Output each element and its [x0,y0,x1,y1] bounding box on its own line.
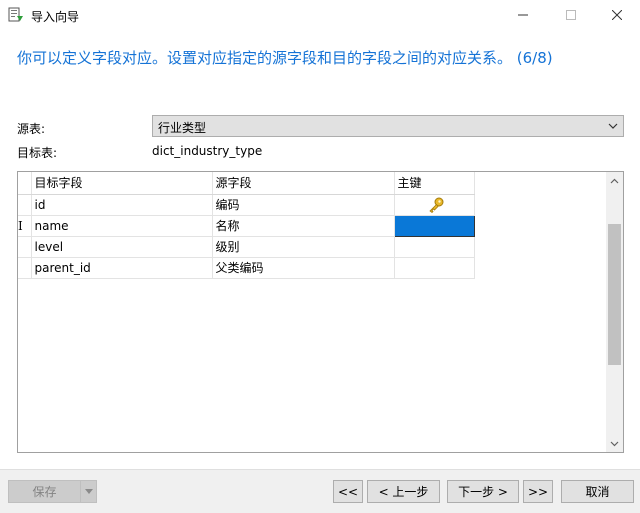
scroll-up-button[interactable] [606,172,623,189]
source-field-cell[interactable]: 编码 [212,194,395,216]
source-table-label: 源表: [17,122,46,136]
target-field-cell[interactable]: level [31,236,213,258]
chevron-down-icon [607,120,619,135]
table-row[interactable]: level 级别 [18,236,475,258]
scroll-down-button[interactable] [606,435,623,452]
source-field-cell[interactable]: 父类编码 [212,257,395,279]
source-field-cell[interactable]: 级别 [212,236,395,258]
row-indicator[interactable] [18,236,32,258]
row-indicator[interactable] [18,257,32,279]
title-bar: 导入向导 [0,0,640,32]
table-row[interactable]: id 编码 [18,194,475,216]
import-wizard-icon [8,7,24,23]
source-table-value: 行业类型 [158,121,207,135]
column-header-target-field[interactable]: 目标字段 [31,172,213,195]
target-table-label: 目标表: [17,146,58,160]
save-button[interactable]: 保存 [8,480,81,503]
maximize-button[interactable] [548,0,594,30]
column-header-source-field[interactable]: 源字段 [212,172,395,195]
scrollbar-thumb[interactable] [608,224,621,365]
source-field-cell[interactable]: 名称 [212,215,395,237]
primary-key-cell[interactable] [393,214,475,237]
grid-header-row: 目标字段 源字段 主键 [18,172,475,195]
source-table-select[interactable]: 行业类型 [152,115,624,137]
primary-key-cell[interactable] [394,194,475,216]
key-icon [428,197,443,213]
cancel-button[interactable]: 取消 [561,480,634,503]
close-button[interactable] [594,0,640,30]
window-title: 导入向导 [31,10,80,24]
save-options-dropdown[interactable] [80,480,97,503]
target-table-value: dict_industry_type [152,144,263,158]
table-row[interactable]: I name 名称 [18,214,475,237]
row-indicator[interactable] [18,194,32,216]
primary-key-cell[interactable] [394,257,475,279]
previous-step-button[interactable]: < 上一步 [367,480,440,503]
row-indicator-header [18,172,32,195]
column-header-primary-key[interactable]: 主键 [394,172,475,195]
next-step-button[interactable]: 下一步 > [447,480,519,503]
minimize-button[interactable] [500,0,546,30]
target-field-cell[interactable]: parent_id [31,257,213,279]
vertical-scrollbar[interactable] [606,172,623,452]
first-step-button[interactable]: << [333,480,363,503]
last-step-button[interactable]: >> [523,480,553,503]
step-instruction: 你可以定义字段对应。设置对应指定的源字段和目的字段之间的对应关系。 (6/8) [17,49,553,67]
table-row[interactable]: parent_id 父类编码 [18,257,475,279]
primary-key-cell[interactable] [394,236,475,258]
target-field-cell[interactable]: name [31,215,213,237]
row-indicator[interactable]: I [18,215,32,237]
target-field-cell[interactable]: id [31,194,213,216]
field-mapping-grid[interactable]: 目标字段 源字段 主键 id 编码 I name 名称 level 级别 par… [17,171,624,453]
triangle-down-icon [84,489,93,494]
